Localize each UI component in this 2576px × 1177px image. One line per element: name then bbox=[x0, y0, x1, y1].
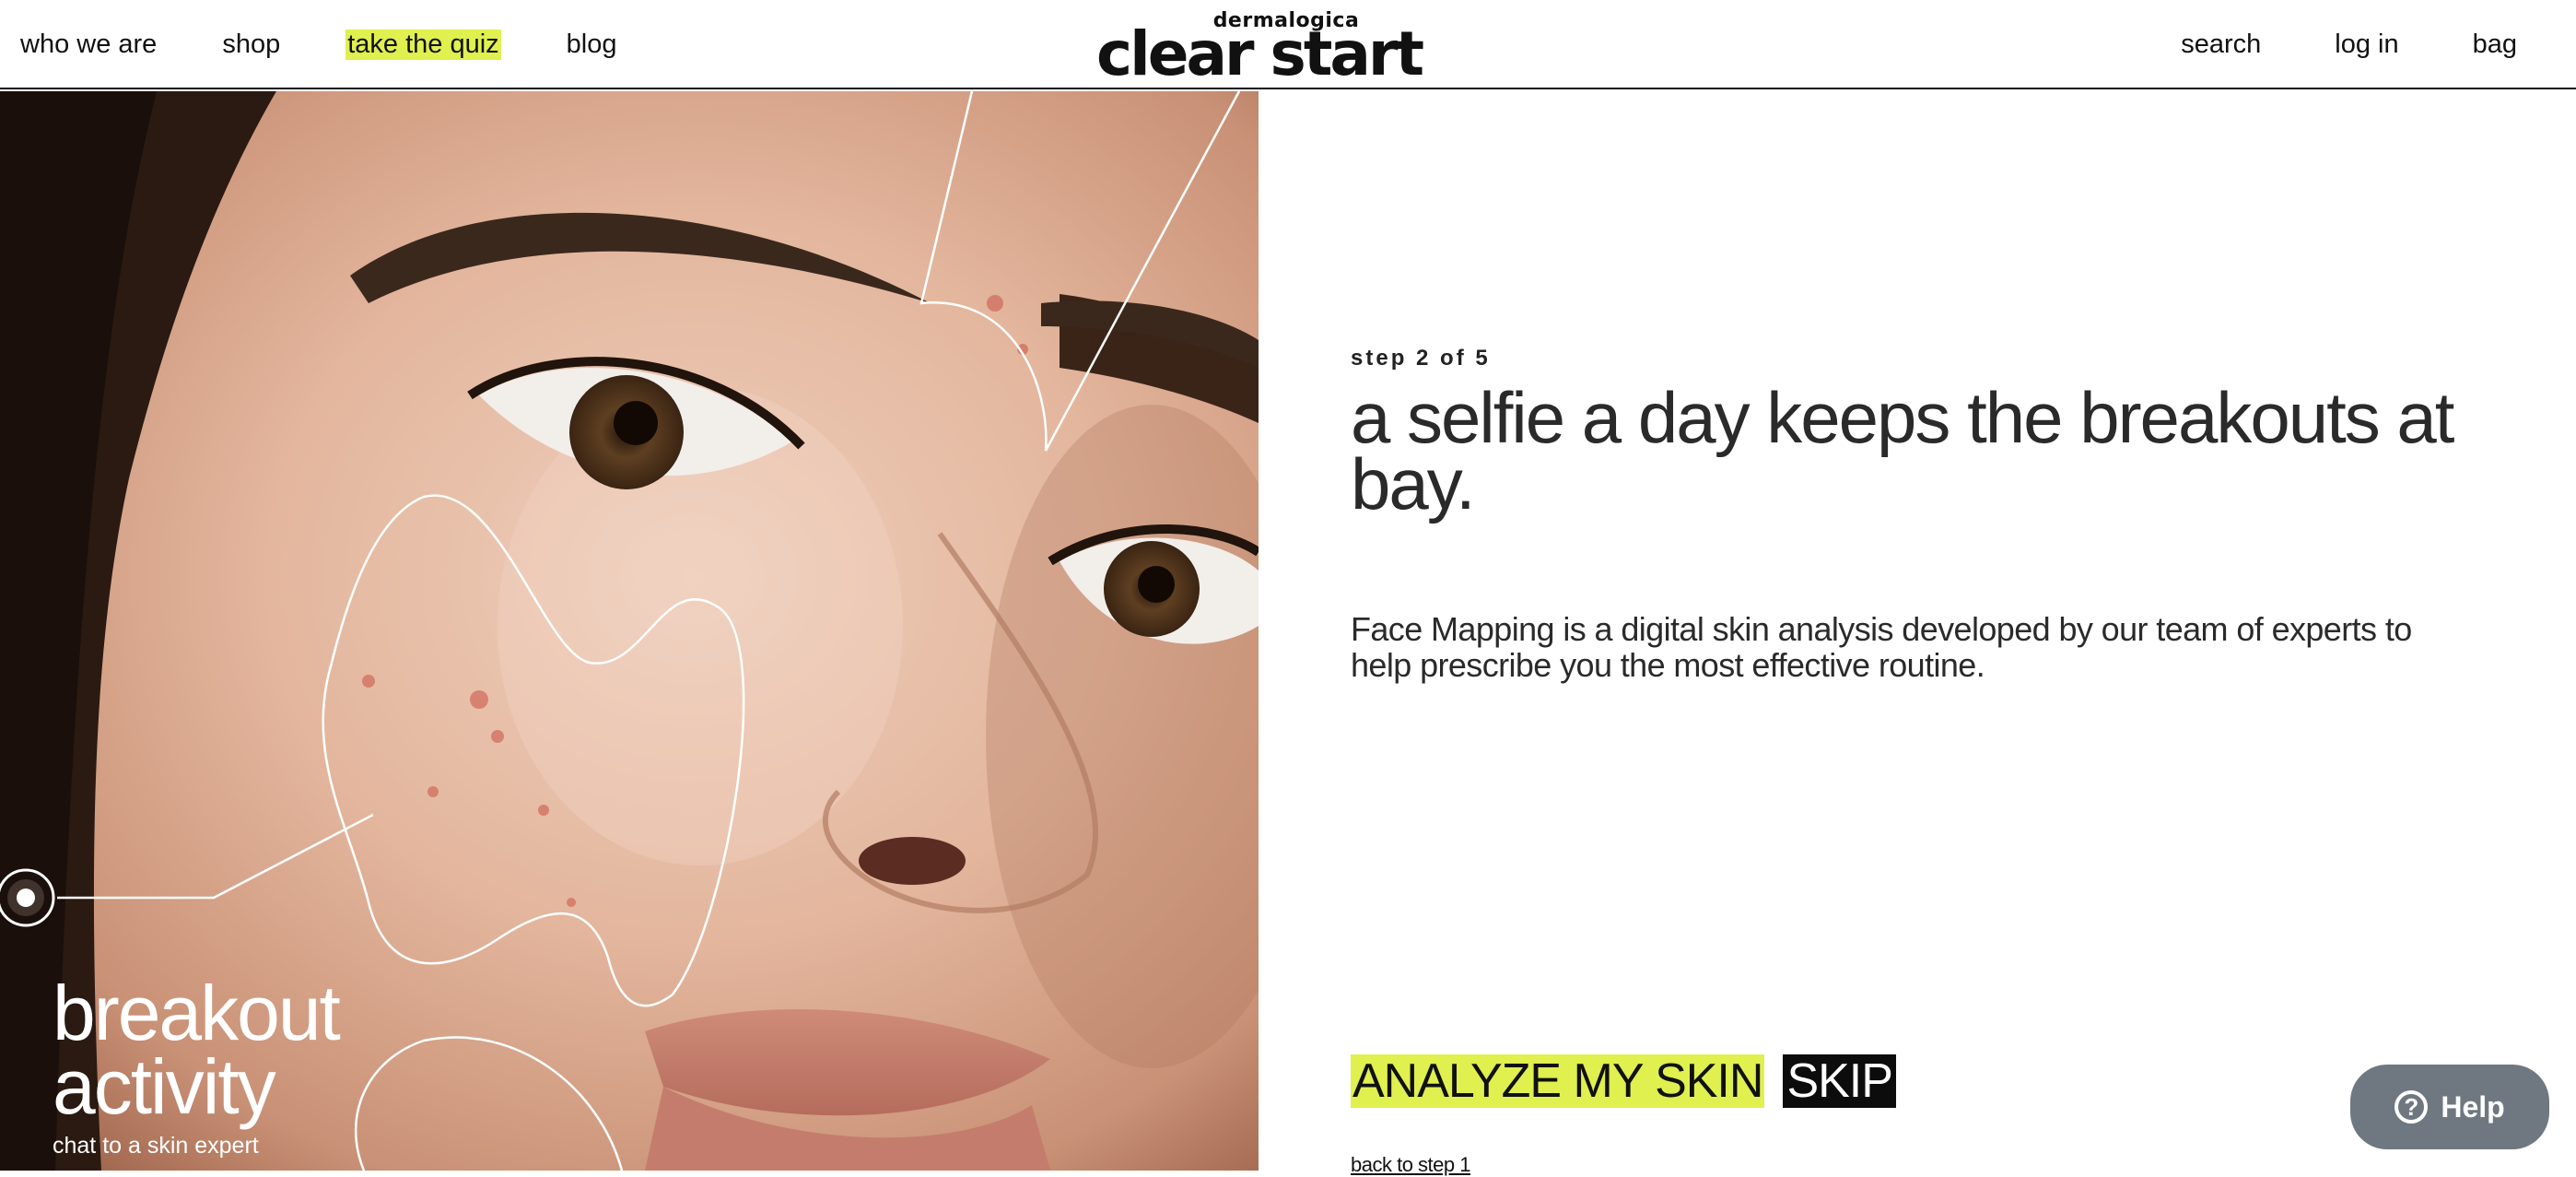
primary-nav: who we are shop take the quiz blog bbox=[20, 0, 682, 89]
site-header: who we are shop take the quiz blog derma… bbox=[0, 0, 2576, 89]
help-label: Help bbox=[2441, 1089, 2505, 1124]
step-description: Face Mapping is a digital skin analysis … bbox=[1351, 610, 2412, 684]
nav-bag[interactable]: bag bbox=[2473, 29, 2517, 60]
logo-product-text: clear start bbox=[1095, 18, 1424, 89]
page-title: a selfie a day keeps the breakouts at ba… bbox=[1351, 377, 2454, 524]
step-indicator: step 2 of 5 bbox=[1351, 346, 1491, 371]
question-circle-icon: ? bbox=[2395, 1090, 2429, 1124]
nav-who-we-are[interactable]: who we are bbox=[20, 29, 157, 60]
chat-expert-link[interactable]: chat to a skin expert bbox=[53, 1133, 513, 1159]
face-map-image: breakout activity chat to a skin expert bbox=[0, 91, 1259, 1171]
nav-search[interactable]: search bbox=[2181, 29, 2261, 60]
analyze-my-skin-button[interactable]: ANALYZE MY SKIN bbox=[1351, 1054, 1765, 1108]
help-button[interactable]: ? Help bbox=[2350, 1065, 2549, 1149]
nav-log-in[interactable]: log in bbox=[2335, 29, 2398, 60]
utility-nav: search log in bag bbox=[2107, 0, 2517, 89]
back-to-step-link[interactable]: back to step 1 bbox=[1351, 1153, 1470, 1177]
zone-title: breakout activity bbox=[53, 970, 341, 1130]
zone-label: breakout activity chat to a skin expert bbox=[53, 970, 513, 1159]
brand-logo[interactable]: dermalogica clear start bbox=[1077, 9, 1441, 85]
skip-button[interactable]: SKIP bbox=[1783, 1054, 1896, 1108]
nav-shop[interactable]: shop bbox=[222, 29, 280, 60]
nav-take-the-quiz[interactable]: take the quiz bbox=[345, 29, 501, 60]
action-buttons: ANALYZE MY SKIN SKIP bbox=[1351, 1054, 1896, 1108]
nav-blog[interactable]: blog bbox=[567, 29, 617, 60]
